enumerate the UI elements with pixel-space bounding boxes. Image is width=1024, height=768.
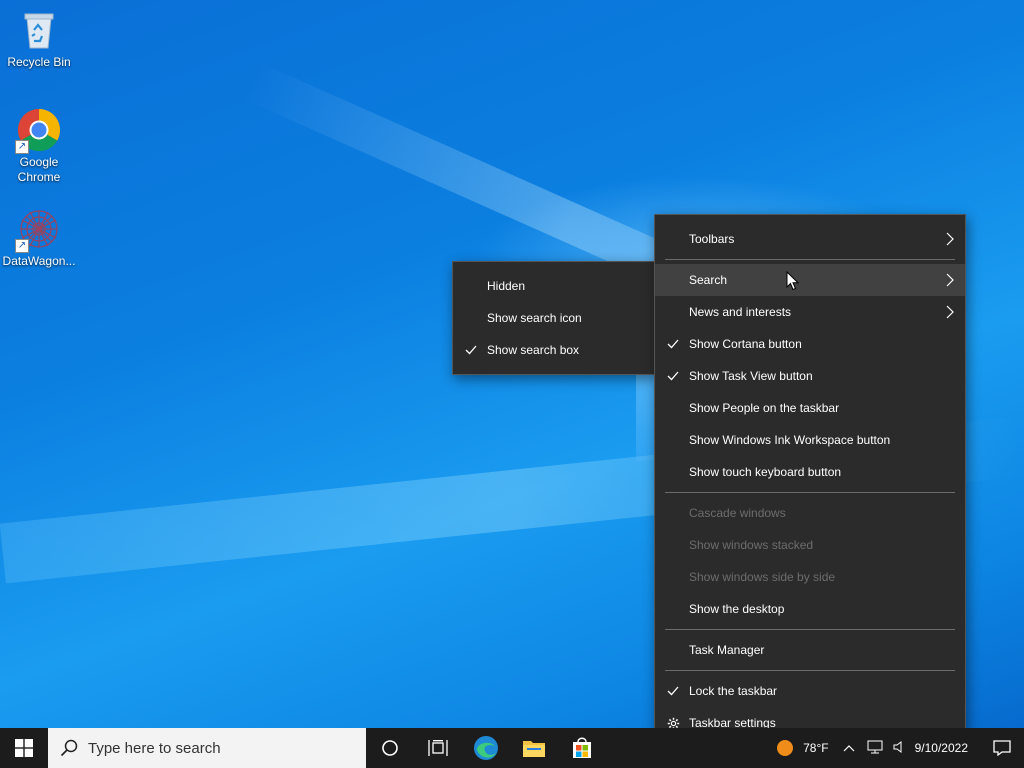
mouse-cursor-icon	[786, 271, 800, 291]
desktop[interactable]: Recycle Bin ↗ Google Chrome ↗ DataWagon.…	[0, 0, 1024, 768]
menu-item-label: Hidden	[487, 279, 526, 293]
menu-item-label: Cascade windows	[689, 506, 786, 520]
menu-item-toolbars[interactable]: Toolbars	[655, 223, 965, 255]
menu-item-label: Toolbars	[689, 232, 735, 246]
menu-item-label: Show the desktop	[689, 602, 785, 616]
menu-item-label: Show Task View button	[689, 369, 813, 383]
chevron-right-icon	[943, 296, 957, 328]
menu-item-show-windows-side-by-side: Show windows side by side	[655, 561, 965, 593]
weather-temp[interactable]: 78°F	[803, 741, 828, 755]
submenu-item-show-search-box[interactable]: Show search box	[453, 334, 655, 366]
windows-start-icon	[15, 739, 33, 757]
weather-icon[interactable]	[777, 740, 794, 756]
menu-item-label: Show People on the taskbar	[689, 401, 840, 415]
menu-item-label: Show search box	[487, 343, 580, 357]
taskbar-search-box[interactable]: Type here to search	[48, 728, 366, 768]
task-view-button[interactable]	[414, 728, 462, 768]
search-submenu: Hidden Show search icon Show search box	[452, 261, 656, 375]
task-view-icon	[428, 740, 448, 756]
shortcut-arrow-icon: ↗	[15, 140, 29, 154]
cortana-button[interactable]	[366, 728, 414, 768]
file-explorer-icon	[523, 741, 545, 757]
menu-item-label: Show search icon	[487, 311, 582, 325]
menu-item-show-the-desktop[interactable]: Show the desktop	[655, 593, 965, 625]
menu-item-label: Show windows stacked	[689, 538, 814, 552]
menu-item-search[interactable]: Search	[655, 264, 965, 296]
notification-center-button[interactable]	[980, 728, 1024, 768]
taskbar-context-menu: Toolbars Search News and interests Show …	[654, 214, 966, 748]
chevron-right-icon	[943, 223, 957, 255]
menu-separator	[665, 629, 955, 630]
menu-item-show-touch-keyboard[interactable]: Show touch keyboard button	[655, 456, 965, 488]
menu-item-show-cortana-button[interactable]: Show Cortana button	[655, 328, 965, 360]
edge-button[interactable]	[462, 728, 510, 768]
checkmark-icon	[665, 675, 681, 707]
menu-separator	[665, 259, 955, 260]
cortana-icon	[382, 740, 398, 756]
menu-item-label: Show Cortana button	[689, 337, 802, 351]
chevron-up-icon[interactable]	[843, 741, 855, 755]
volume-icon[interactable]	[893, 740, 907, 757]
menu-item-show-ink-workspace[interactable]: Show Windows Ink Workspace button	[655, 424, 965, 456]
desktop-icon-label: Google Chrome	[17, 155, 61, 184]
menu-item-news-and-interests[interactable]: News and interests	[655, 296, 965, 328]
notification-icon	[993, 740, 1011, 756]
submenu-item-show-search-icon[interactable]: Show search icon	[453, 302, 655, 334]
menu-item-label: Search	[689, 273, 728, 287]
menu-item-cascade-windows: Cascade windows	[655, 497, 965, 529]
search-placeholder: Type here to search	[88, 739, 221, 757]
desktop-icon-label: Recycle Bin	[7, 55, 71, 69]
chrome-icon: ↗	[15, 108, 61, 154]
menu-item-label: Task Manager	[689, 643, 765, 657]
menu-item-show-task-view-button[interactable]: Show Task View button	[655, 360, 965, 392]
taskbar[interactable]: Type here to search 78°F 9/10/2022	[0, 728, 1024, 768]
recycle-bin-icon	[17, 8, 61, 52]
edge-icon	[474, 736, 498, 760]
menu-item-show-people[interactable]: Show People on the taskbar	[655, 392, 965, 424]
chevron-right-icon	[943, 264, 957, 296]
start-button[interactable]	[0, 728, 48, 768]
menu-item-label: Show Windows Ink Workspace button	[689, 433, 891, 447]
search-icon	[60, 739, 78, 757]
submenu-item-hidden[interactable]: Hidden	[453, 270, 655, 302]
menu-item-show-windows-stacked: Show windows stacked	[655, 529, 965, 561]
menu-item-label: News and interests	[689, 305, 792, 319]
datawagon-icon: ↗	[15, 207, 61, 253]
menu-item-label: Show windows side by side	[689, 570, 836, 584]
checkmark-icon	[665, 328, 681, 360]
checkmark-icon	[665, 360, 681, 392]
menu-item-task-manager[interactable]: Task Manager	[655, 634, 965, 666]
desktop-icon-datawagon[interactable]: ↗ DataWagon...	[1, 207, 77, 269]
store-button[interactable]	[558, 728, 606, 768]
clock-date[interactable]: 9/10/2022	[915, 741, 968, 755]
desktop-icon-label: DataWagon...	[2, 254, 76, 268]
menu-item-label: Show touch keyboard button	[689, 465, 842, 479]
menu-item-label: Lock the taskbar	[689, 684, 778, 698]
file-explorer-button[interactable]	[510, 728, 558, 768]
menu-separator	[665, 670, 955, 671]
desktop-icon-recycle-bin[interactable]: Recycle Bin	[1, 8, 77, 70]
network-icon[interactable]	[867, 740, 883, 757]
system-tray: 78°F 9/10/2022	[777, 728, 1024, 768]
menu-item-lock-the-taskbar[interactable]: Lock the taskbar	[655, 675, 965, 707]
checkmark-icon	[463, 334, 479, 366]
store-icon	[573, 737, 591, 758]
desktop-icon-google-chrome[interactable]: ↗ Google Chrome	[1, 108, 77, 185]
menu-separator	[665, 492, 955, 493]
shortcut-arrow-icon: ↗	[15, 239, 29, 253]
